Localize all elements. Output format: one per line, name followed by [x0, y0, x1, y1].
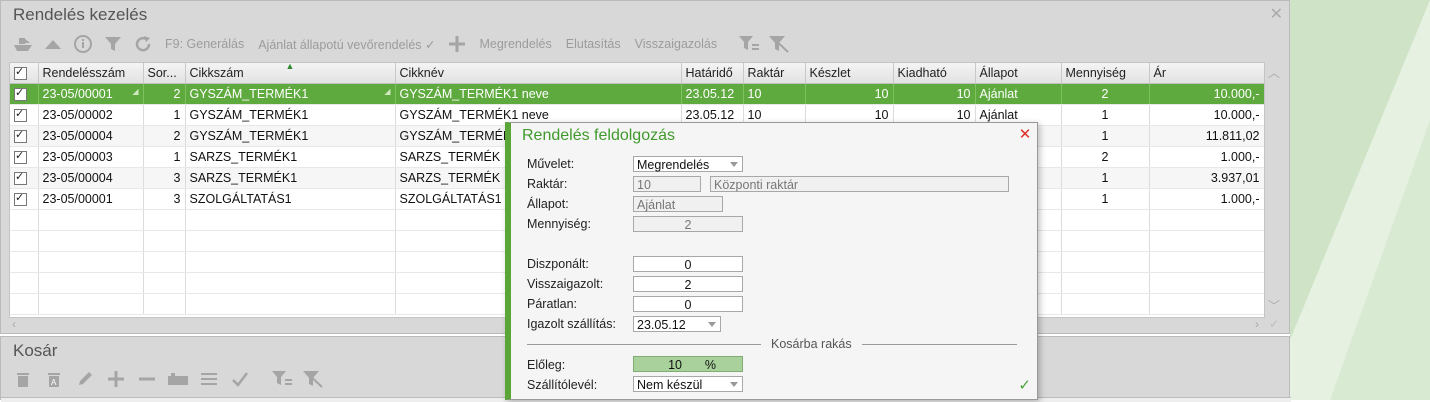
filter-clear-icon[interactable] [299, 367, 327, 391]
offer-to-order-button[interactable]: Ajánlat állapotú vevőrendelés ✓ [252, 37, 441, 52]
close-icon[interactable]: ✕ [1270, 4, 1283, 24]
svg-text:A: A [51, 378, 57, 387]
trash-all-icon[interactable]: A [40, 367, 68, 391]
plus-icon[interactable] [443, 32, 471, 56]
table-row[interactable]: 23-05/00001◢ 2 GYSZÁM_TERMÉK1◢ GYSZÁM_TE… [10, 83, 1264, 105]
info-icon[interactable] [69, 32, 97, 56]
operation-select[interactable]: Megrendelés [633, 156, 743, 172]
order-button[interactable]: Megrendelés [473, 37, 557, 51]
quantity-field: 2 [633, 216, 743, 232]
check-icon[interactable] [226, 367, 254, 391]
operation-label: Művelet: [527, 157, 575, 171]
unpaired-input[interactable]: 0 [633, 296, 743, 312]
dialog-title: Rendelés feldolgozás [522, 127, 675, 144]
row-checkbox[interactable] [10, 146, 39, 168]
sort-asc-icon: ▲ [285, 63, 295, 71]
scroll-down-icon[interactable]: ﹀ [1268, 297, 1280, 314]
confirmed-input[interactable]: 2 [633, 276, 743, 292]
generate-button[interactable]: F9: Generálás [159, 37, 250, 51]
section-label: Kosárba rakás [761, 337, 862, 351]
row-checkbox[interactable] [10, 104, 39, 126]
refresh-icon[interactable] [129, 32, 157, 56]
filter-list-icon[interactable] [735, 32, 763, 56]
warehouse-code-field: 10 [633, 176, 701, 192]
delivery-note-select[interactable]: Nem készül [633, 376, 743, 392]
advance-label: Előleg: [527, 358, 566, 372]
column-header-quantity[interactable]: Mennyiség [1061, 63, 1150, 84]
grid-header: Rendelésszám Sor... Cikkszám▲ Cikknév Ha… [10, 63, 1264, 84]
column-header-item-name[interactable]: Cikknév [395, 63, 682, 84]
warehouse-label: Raktár: [527, 177, 568, 191]
reject-button[interactable]: Elutasítás [560, 37, 627, 51]
status-label: Állapot: [527, 197, 569, 211]
column-header-item-code[interactable]: Cikkszám ▲ [185, 63, 396, 84]
filter-clear-icon[interactable] [765, 32, 793, 56]
trash-icon[interactable] [9, 367, 37, 391]
truck-icon[interactable] [164, 367, 192, 391]
status-field: Ajánlat [633, 196, 723, 212]
ship-icon[interactable] [9, 32, 37, 56]
plus-icon[interactable] [102, 367, 130, 391]
column-header-issuable[interactable]: Kiadható [893, 63, 976, 84]
orders-panel-title: Rendelés kezelés [13, 5, 148, 24]
orders-toolbar: F9: Generálás Ajánlat állapotú vevőrende… [9, 31, 793, 57]
confirm-button[interactable]: Visszaigazolás [629, 37, 723, 51]
column-header-price[interactable]: Ár [1149, 63, 1264, 84]
cart-panel-title: Kosár [13, 341, 58, 360]
background-decoration [1290, 0, 1430, 400]
edit-icon[interactable] [71, 367, 99, 391]
list-icon[interactable] [195, 367, 223, 391]
ok-check-icon[interactable]: ✓ [1018, 376, 1031, 394]
scroll-right-icon[interactable]: › [1255, 317, 1259, 331]
advance-value: 10 [668, 358, 682, 372]
filter-icon[interactable] [99, 32, 127, 56]
disposed-input[interactable]: 0 [633, 256, 743, 272]
minus-icon[interactable] [133, 367, 161, 391]
row-checkbox[interactable] [10, 83, 39, 105]
column-header-status[interactable]: Állapot [975, 63, 1062, 84]
column-header-line[interactable]: Sor... [143, 63, 186, 84]
unpaired-label: Páratlan: [527, 297, 578, 311]
advance-unit: % [704, 358, 716, 372]
vertical-scrollbar[interactable]: ︿ ﹀ [1265, 62, 1283, 316]
close-icon[interactable]: ✕ [1017, 127, 1033, 143]
cart-toolbar: A [9, 367, 327, 391]
delivery-note-label: Szállítólevél: [527, 378, 598, 392]
row-checkbox[interactable] [10, 167, 39, 189]
disposed-label: Diszponált: [527, 257, 589, 271]
triangle-up-icon[interactable] [39, 32, 67, 56]
warehouse-name-field: Központi raktár [710, 176, 1009, 192]
confirmed-delivery-label: Igazolt szállítás: [527, 317, 616, 331]
column-header-stock[interactable]: Készlet [805, 63, 894, 84]
advance-input[interactable]: 10 % [633, 356, 743, 372]
row-checkbox[interactable] [10, 125, 39, 147]
scroll-up-icon[interactable]: ︿ [1268, 64, 1280, 81]
column-header-deadline[interactable]: Határidő [681, 63, 744, 84]
order-processing-dialog: Rendelés feldolgozás ✕ Művelet: Megrende… [505, 122, 1038, 400]
checkmark-icon: ✓ [1268, 317, 1279, 331]
confirmed-label: Visszaigazolt: [527, 277, 604, 291]
select-all-checkbox[interactable] [10, 63, 39, 84]
filter-list-icon[interactable] [268, 367, 296, 391]
row-checkbox[interactable] [10, 188, 39, 210]
column-header-order-number[interactable]: Rendelésszám [38, 63, 144, 84]
confirmed-delivery-date-picker[interactable]: 23.05.12 [633, 316, 721, 332]
column-header-warehouse[interactable]: Raktár [743, 63, 806, 84]
scroll-left-icon[interactable]: ‹ [12, 317, 16, 331]
quantity-label: Mennyiség: [527, 217, 591, 231]
